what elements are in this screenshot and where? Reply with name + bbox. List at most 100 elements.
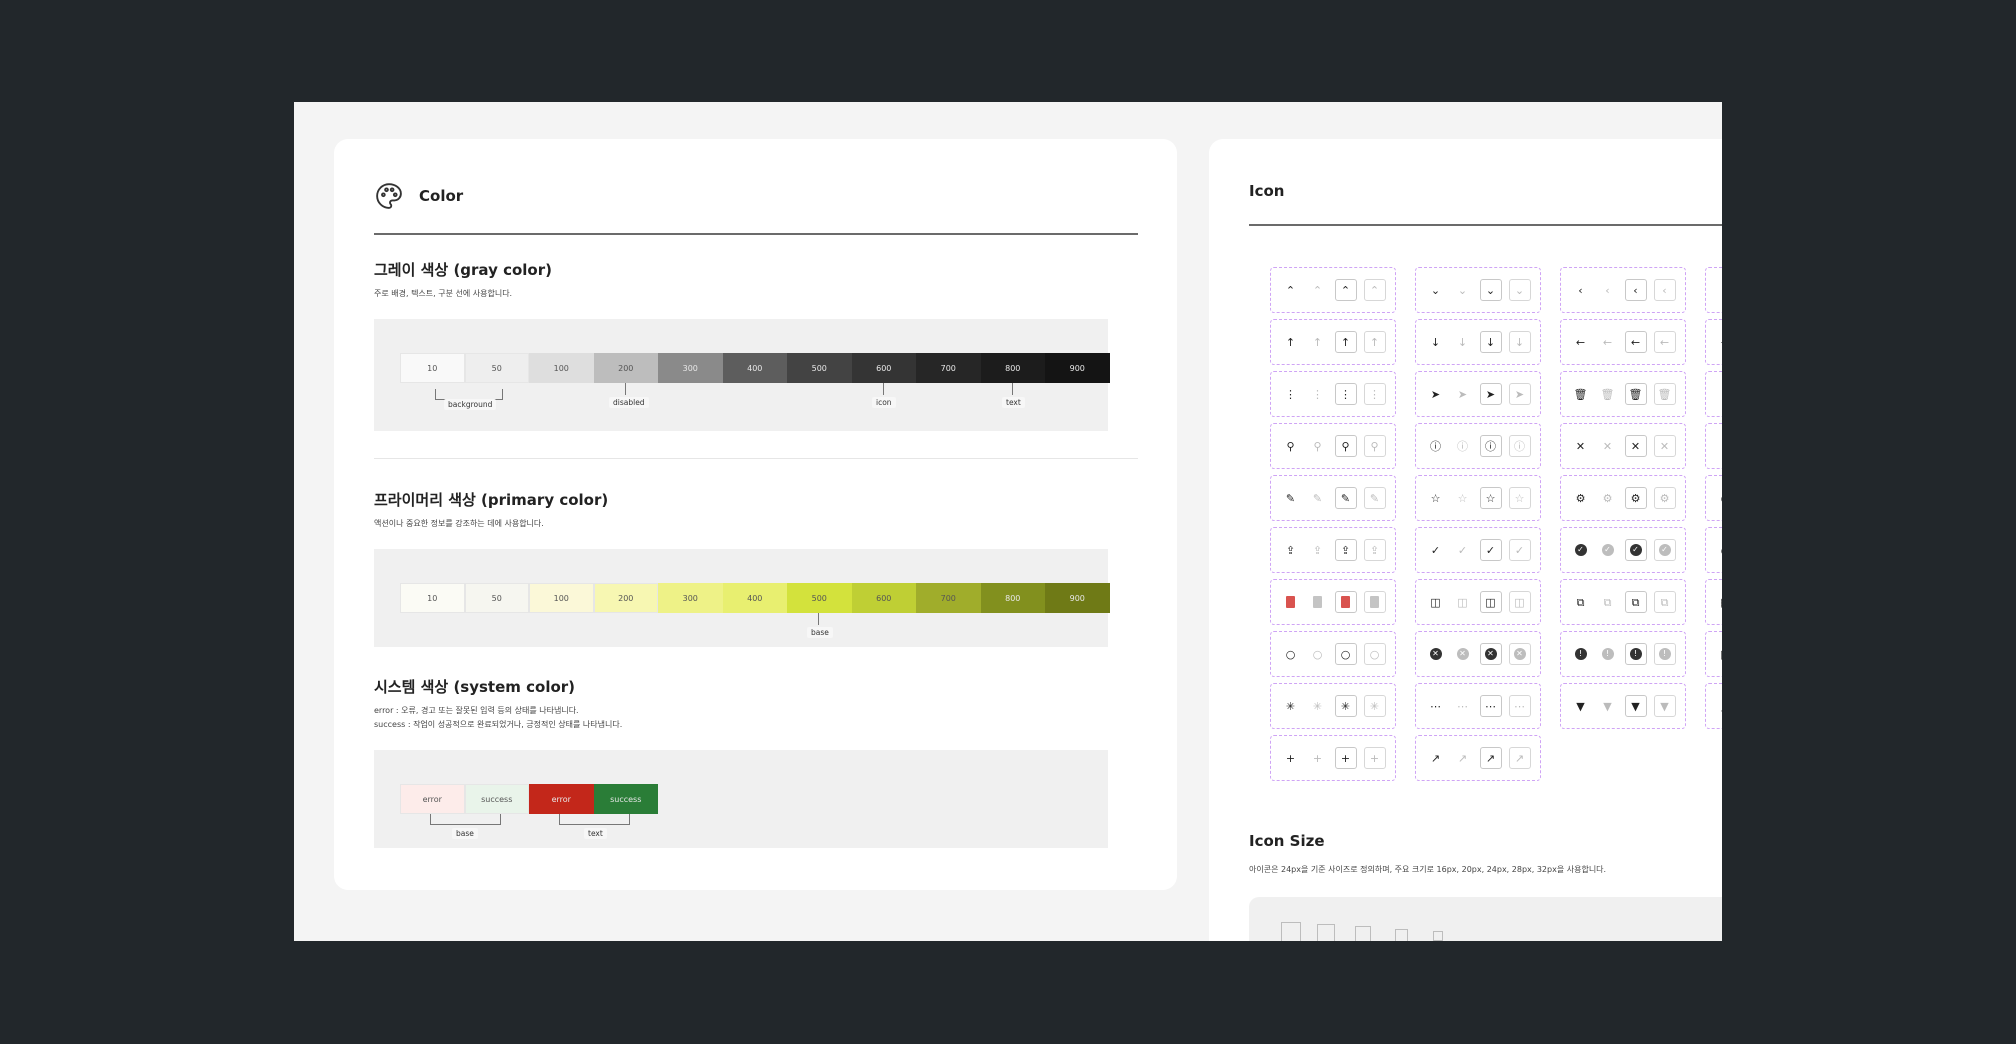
alert-circle-icon[interactable]: ! xyxy=(1624,643,1647,665)
pdf-file-icon[interactable] xyxy=(1308,592,1328,612)
trash-icon[interactable]: 🗑 xyxy=(1653,383,1676,405)
alert-circle-icon[interactable]: ! xyxy=(1598,644,1618,664)
upload-icon[interactable]: ⇪ xyxy=(1308,540,1328,560)
search-icon[interactable]: ⚲ xyxy=(1281,436,1301,456)
more-horizontal-icon[interactable]: ⋯ xyxy=(1426,696,1446,716)
settings-icon[interactable]: ⚙ xyxy=(1571,488,1591,508)
check-circle-icon[interactable]: ✓ xyxy=(1653,539,1676,561)
arrow-up-icon[interactable]: ↑ xyxy=(1308,332,1328,352)
user-icon[interactable]: ◉ xyxy=(1716,488,1722,508)
star-icon[interactable]: ☆ xyxy=(1453,488,1473,508)
info-icon[interactable]: ⓘ xyxy=(1508,435,1531,457)
send-icon[interactable]: ➤ xyxy=(1453,384,1473,404)
external-arrow-icon[interactable]: ↗ xyxy=(1508,747,1531,769)
pdf-file-icon[interactable] xyxy=(1334,591,1357,613)
caret-down-icon[interactable]: ▼ xyxy=(1624,695,1647,717)
search-icon[interactable]: ⚲ xyxy=(1308,436,1328,456)
asterisk-icon[interactable]: ✳ xyxy=(1334,695,1357,717)
plus-icon[interactable]: + xyxy=(1363,747,1386,769)
bell-icon[interactable]: ◔ xyxy=(1716,540,1722,560)
close-icon[interactable]: ✕ xyxy=(1653,435,1676,457)
more-vertical-icon[interactable]: ⋮ xyxy=(1363,383,1386,405)
arrow-left-icon[interactable]: ← xyxy=(1624,331,1647,353)
alert-circle-icon[interactable]: ! xyxy=(1571,644,1591,664)
radio-empty-icon[interactable]: ○ xyxy=(1363,643,1386,665)
close-icon[interactable]: ✕ xyxy=(1571,436,1591,456)
info-icon[interactable]: ⓘ xyxy=(1426,436,1446,456)
external-arrow-icon[interactable]: ↗ xyxy=(1479,747,1502,769)
check-circle-icon[interactable]: ✓ xyxy=(1624,539,1647,561)
pencil-icon[interactable]: ✎ xyxy=(1363,487,1386,509)
chevron-down-icon[interactable]: ⌄ xyxy=(1508,279,1531,301)
more-horizontal-icon[interactable]: ⋯ xyxy=(1508,695,1531,717)
external-arrow-icon[interactable]: ↗ xyxy=(1453,748,1473,768)
plus-icon[interactable]: + xyxy=(1308,748,1328,768)
arrow-down-icon[interactable]: ↓ xyxy=(1453,332,1473,352)
arrow-left-icon[interactable]: ← xyxy=(1571,332,1591,352)
lock-icon[interactable]: ▣ xyxy=(1716,644,1722,664)
asterisk-icon[interactable]: ✳ xyxy=(1308,696,1328,716)
chevron-right-icon[interactable]: › xyxy=(1716,280,1723,300)
arrow-up-icon[interactable]: ↑ xyxy=(1334,331,1357,353)
arrow-down-icon[interactable]: ↓ xyxy=(1426,332,1446,352)
pencil-icon[interactable]: ✎ xyxy=(1308,488,1328,508)
info-icon[interactable]: ⓘ xyxy=(1479,435,1502,457)
settings-icon[interactable]: ⚙ xyxy=(1624,487,1647,509)
x-circle-icon[interactable]: ✕ xyxy=(1426,644,1446,664)
sidebar-icon[interactable]: ◫ xyxy=(1479,591,1502,613)
radio-empty-icon[interactable]: ○ xyxy=(1281,644,1301,664)
copy-icon[interactable]: ⧉ xyxy=(1624,591,1647,613)
pencil-icon[interactable]: ✎ xyxy=(1281,488,1301,508)
pdf-file-icon[interactable] xyxy=(1281,592,1301,612)
more-vertical-icon[interactable]: ⋮ xyxy=(1334,383,1357,405)
arrow-up-icon[interactable]: ↑ xyxy=(1281,332,1301,352)
asterisk-icon[interactable]: ✳ xyxy=(1281,696,1301,716)
chevron-left-icon[interactable]: ‹ xyxy=(1624,279,1647,301)
sidebar-icon[interactable]: ◫ xyxy=(1453,592,1473,612)
x-circle-icon[interactable]: ✕ xyxy=(1508,643,1531,665)
download-icon[interactable]: ⇩ xyxy=(1716,384,1722,404)
caret-down-icon[interactable]: ▼ xyxy=(1653,695,1676,717)
check-circle-icon[interactable]: ✓ xyxy=(1598,540,1618,560)
close-icon[interactable]: ✕ xyxy=(1598,436,1618,456)
more-horizontal-icon[interactable]: ⋯ xyxy=(1479,695,1502,717)
chevron-left-icon[interactable]: ‹ xyxy=(1571,280,1591,300)
pdf-file-icon[interactable] xyxy=(1363,591,1386,613)
arrow-left-icon[interactable]: ← xyxy=(1598,332,1618,352)
star-icon[interactable]: ☆ xyxy=(1479,487,1502,509)
sidebar-icon[interactable]: ◫ xyxy=(1426,592,1446,612)
chevron-down-icon[interactable]: ⌄ xyxy=(1426,280,1446,300)
calendar-icon[interactable]: ▦ xyxy=(1716,592,1722,612)
more-vertical-icon[interactable]: ⋮ xyxy=(1308,384,1328,404)
copy-icon[interactable]: ⧉ xyxy=(1653,591,1676,613)
close-icon[interactable]: ✕ xyxy=(1624,435,1647,457)
send-icon[interactable]: ➤ xyxy=(1426,384,1446,404)
copy-icon[interactable]: ⧉ xyxy=(1598,592,1618,612)
search-icon[interactable]: ⚲ xyxy=(1363,435,1386,457)
chevron-up-icon[interactable]: ⌃ xyxy=(1281,280,1301,300)
plus-icon[interactable]: + xyxy=(1281,748,1301,768)
trash-icon[interactable]: 🗑 xyxy=(1571,384,1591,404)
more-vertical-icon[interactable]: ⋮ xyxy=(1281,384,1301,404)
caret-down-icon[interactable]: ▼ xyxy=(1598,696,1618,716)
upload-icon[interactable]: ⇪ xyxy=(1363,539,1386,561)
chevron-up-icon[interactable]: ⌃ xyxy=(1334,279,1357,301)
search-icon[interactable]: ⚲ xyxy=(1334,435,1357,457)
asterisk-icon[interactable]: ✳ xyxy=(1363,695,1386,717)
check-icon[interactable]: ✓ xyxy=(1479,539,1502,561)
radio-empty-icon[interactable]: ○ xyxy=(1308,644,1328,664)
star-icon[interactable]: ☆ xyxy=(1508,487,1531,509)
arrow-down-icon[interactable]: ↓ xyxy=(1479,331,1502,353)
star-icon[interactable]: ☆ xyxy=(1426,488,1446,508)
upload-icon[interactable]: ⇪ xyxy=(1281,540,1301,560)
arrow-up-icon[interactable]: ↑ xyxy=(1363,331,1386,353)
home-icon[interactable]: ⌂ xyxy=(1716,436,1723,456)
chevron-down-icon[interactable]: ⌄ xyxy=(1453,280,1473,300)
chevron-down-icon[interactable]: ⌄ xyxy=(1479,279,1502,301)
chevron-up-icon[interactable]: ⌃ xyxy=(1363,279,1386,301)
arrow-right-icon[interactable]: → xyxy=(1716,332,1722,352)
plus-icon[interactable]: + xyxy=(1334,747,1357,769)
radio-empty-icon[interactable]: ○ xyxy=(1334,643,1357,665)
settings-icon[interactable]: ⚙ xyxy=(1653,487,1676,509)
alert-circle-icon[interactable]: ! xyxy=(1653,643,1676,665)
